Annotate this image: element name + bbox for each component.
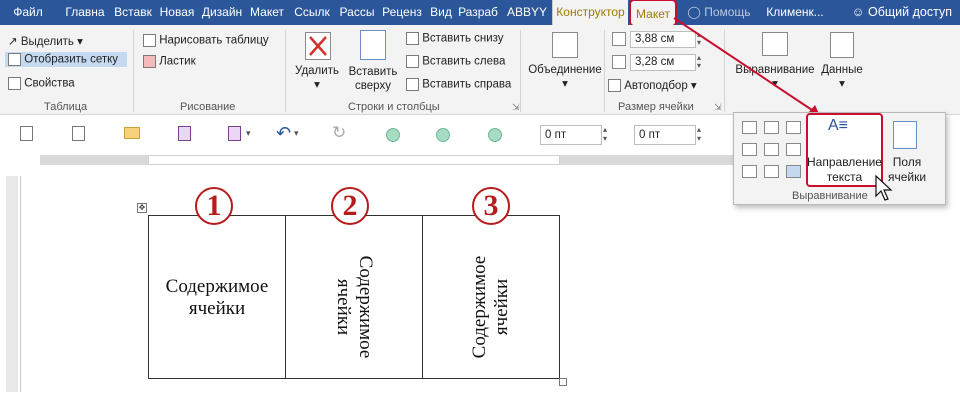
table-resize-handle[interactable] [559, 378, 567, 386]
align-bottom-left-icon[interactable] [742, 165, 757, 178]
divider [285, 30, 286, 112]
insert-below-icon [406, 32, 419, 45]
cell-text-rotated-down: Содержимое ячейки [333, 255, 376, 359]
divider [20, 176, 21, 398]
marker-1: 1 [195, 187, 233, 225]
align-middle-left-icon[interactable] [742, 143, 757, 156]
align-top-center-icon[interactable] [764, 121, 779, 134]
spacing-before-field[interactable]: 0 пт [540, 125, 602, 145]
tab-mailings[interactable]: Рассы [336, 0, 378, 25]
cursor-icon: ↗ [8, 36, 18, 48]
select-button[interactable]: ↗ Выделить ▾ [8, 34, 83, 48]
tab-new[interactable]: Новая [156, 0, 198, 25]
new-document-icon[interactable] [20, 126, 33, 141]
delete-button[interactable]: Удалить ▾ [292, 65, 342, 91]
align-bottom-center-icon[interactable] [764, 165, 779, 178]
group-label-draw: Рисование [180, 101, 236, 113]
insert-right-icon [406, 78, 419, 91]
insert-right-button[interactable]: Вставить справа [406, 78, 511, 91]
row-height-icon [612, 32, 626, 46]
align-middle-center-icon[interactable] [764, 143, 779, 156]
cell-text-horizontal: Содержимое ячейки [165, 276, 269, 319]
bullet-icon[interactable] [386, 128, 400, 142]
torn-edge [0, 392, 960, 404]
tab-home[interactable]: Главна [62, 0, 108, 25]
align-middle-right-icon[interactable] [786, 143, 801, 156]
dropdown-arrow-icon[interactable]: ▾ [294, 128, 299, 139]
insert-above-button[interactable]: Вставить сверху [346, 65, 400, 93]
tab-insert[interactable]: Вставк [110, 0, 156, 25]
popup-group-label: Выравнивание [792, 190, 868, 202]
properties-button[interactable]: Свойства [8, 77, 75, 90]
text-direction-icon: A≡ [828, 117, 849, 134]
tab-developer[interactable]: Разраб [456, 0, 500, 25]
text-direction-label: Направление текста [807, 155, 882, 184]
tab-references[interactable]: Ссылк [290, 0, 334, 25]
dialog-launcher-icon[interactable]: ⇲ [512, 102, 520, 113]
column-width-icon [612, 55, 626, 69]
insert-above-icon [360, 30, 386, 60]
tab-review[interactable]: Реценз [380, 0, 424, 25]
eraser-icon [143, 55, 156, 68]
cell-text-rotated-up: Содержимое ячейки [469, 255, 512, 359]
vertical-ruler[interactable] [6, 176, 18, 398]
insert-left-icon [406, 55, 419, 68]
data-icon [830, 32, 854, 58]
dropdown-arrow-icon[interactable]: ▾ [246, 128, 251, 139]
marker-2: 2 [331, 187, 369, 225]
divider [604, 30, 605, 112]
tab-abbyy[interactable]: ABBYY [504, 0, 550, 25]
ruler-text-area [148, 155, 560, 165]
save-icon[interactable] [178, 126, 191, 141]
tab-view[interactable]: Вид [426, 0, 456, 25]
tab-file[interactable]: Файл [0, 0, 56, 25]
marker-3: 3 [472, 187, 510, 225]
show-grid-button[interactable]: Отобразить сетку [5, 52, 127, 67]
insert-below-button[interactable]: Вставить снизу [406, 32, 504, 45]
grid-icon [8, 53, 21, 66]
new-page-icon[interactable] [72, 126, 85, 141]
save-as-icon[interactable] [228, 126, 241, 141]
align-bottom-right-icon[interactable] [786, 165, 801, 178]
open-folder-icon[interactable] [124, 127, 140, 139]
delete-table-icon [305, 32, 331, 60]
pencil-icon [143, 34, 156, 47]
tab-table-design[interactable]: Конструктор [552, 0, 628, 25]
align-top-right-icon[interactable] [786, 121, 801, 134]
draw-table-button[interactable]: Нарисовать таблицу [143, 34, 269, 47]
group-label-rows-columns: Строки и столбцы [348, 101, 440, 113]
align-top-left-icon[interactable] [742, 121, 757, 134]
spinner-arrows-icon[interactable]: ▴▾ [603, 125, 607, 143]
spacing-after-field[interactable]: 0 пт [634, 125, 696, 145]
spinner-arrows-icon[interactable]: ▴▾ [697, 125, 701, 143]
divider [133, 30, 134, 112]
merge-button[interactable]: Объединение ▾ [524, 64, 606, 90]
group-label-table: Таблица [44, 101, 88, 113]
tab-page-layout[interactable]: Макет [246, 0, 288, 25]
cell-margins-icon [893, 121, 917, 149]
tab-design[interactable]: Дизайн [200, 0, 244, 25]
insert-left-button[interactable]: Вставить слева [406, 55, 505, 68]
redo-icon[interactable]: ↻ [332, 123, 346, 143]
eraser-button[interactable]: Ластик [143, 55, 196, 68]
bullet-icon[interactable] [436, 128, 450, 142]
divider [520, 30, 521, 112]
person-icon: ☺ [851, 5, 865, 19]
mouse-cursor-icon [875, 174, 893, 201]
autofit-icon [608, 79, 621, 93]
properties-icon [8, 77, 21, 90]
undo-icon[interactable]: ↶ [276, 123, 291, 144]
merge-icon [552, 32, 578, 58]
share-button[interactable]: ☺ Общий доступ [852, 0, 952, 25]
table-move-handle-icon[interactable]: ✥ [137, 203, 147, 213]
bullet-icon[interactable] [488, 128, 502, 142]
callout-arrow [673, 17, 820, 116]
